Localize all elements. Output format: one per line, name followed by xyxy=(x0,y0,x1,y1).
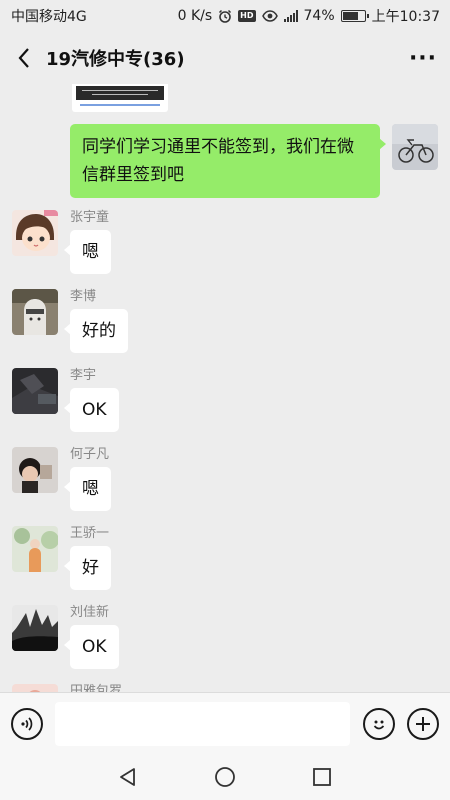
chevron-left-icon xyxy=(18,48,29,68)
nav-back-button[interactable] xyxy=(108,757,148,797)
chat-header: 19汽修中专(36) ··· xyxy=(0,32,450,84)
sender-name: 李宇 xyxy=(70,368,97,383)
more-dots-icon: ··· xyxy=(408,45,438,71)
avatar-zhangyutong[interactable] xyxy=(12,210,58,256)
message-row: 王骄一 好 xyxy=(12,526,111,590)
message-bubble[interactable]: 嗯 xyxy=(64,467,111,511)
sender-name: 刘佳新 xyxy=(70,605,110,620)
status-bar: 中国移动4G 0 K/s HD 74% 上午10:37 xyxy=(0,0,450,32)
sender-name: 李博 xyxy=(70,289,97,304)
message-row: 李宇 OK xyxy=(12,368,119,432)
avatar-partial[interactable] xyxy=(12,684,58,692)
self-message-row: 同学们学习通里不能签到，我们在微信群里签到吧 xyxy=(70,124,438,198)
system-nav-bar xyxy=(0,754,450,800)
carrier-label: 中国移动4G xyxy=(11,9,87,25)
avatar-liyu[interactable] xyxy=(12,368,58,414)
emoji-button[interactable] xyxy=(363,707,395,740)
input-bar xyxy=(0,692,450,754)
triangle-back-icon xyxy=(120,768,136,786)
image-message-thumbnail[interactable] xyxy=(72,84,168,112)
eye-icon xyxy=(261,10,278,22)
battery-percent: 74% xyxy=(303,8,335,24)
plus-icon xyxy=(416,716,430,731)
message-bubble[interactable]: 好 xyxy=(64,546,111,590)
back-button[interactable] xyxy=(12,43,36,73)
message-bubble[interactable]: OK xyxy=(64,625,119,669)
message-row: 刘佳新 OK xyxy=(12,605,119,669)
avatar-libo[interactable] xyxy=(12,289,58,335)
self-message-bubble[interactable]: 同学们学习通里不能签到，我们在微信群里签到吧 xyxy=(70,124,386,198)
sender-name: 张宇童 xyxy=(70,210,110,225)
net-speed: 0 K/s xyxy=(177,8,213,24)
message-row: 李博 好的 xyxy=(12,289,128,353)
sender-name: 王骄一 xyxy=(70,526,110,541)
status-icons: 0 K/s HD 74% 上午10:37 xyxy=(178,6,440,26)
self-avatar[interactable] xyxy=(392,124,438,170)
message-bubble[interactable]: 嗯 xyxy=(64,230,111,274)
message-row: 张宇童 嗯 xyxy=(12,210,111,274)
more-functions-button[interactable] xyxy=(407,707,439,740)
battery-fill xyxy=(342,12,359,20)
voice-toggle-button[interactable] xyxy=(11,707,43,740)
message-bubble[interactable]: 好的 xyxy=(64,309,128,353)
message-bubble[interactable]: OK xyxy=(64,388,119,432)
signal-icon xyxy=(283,10,298,22)
more-options-button[interactable]: ··· xyxy=(408,43,438,73)
message-input[interactable] xyxy=(55,701,350,746)
chat-title: 19汽修中专(36) xyxy=(46,49,185,70)
message-row: 何子凡 嗯 xyxy=(12,447,111,511)
avatar-hezifan[interactable] xyxy=(12,447,58,493)
voice-icon xyxy=(21,716,33,731)
alarm-clock-icon xyxy=(218,9,232,23)
smiley-icon xyxy=(373,720,385,729)
avatar-liujiaxin[interactable] xyxy=(12,605,58,651)
avatar-wangjiaoyi[interactable] xyxy=(12,526,58,572)
sender-name: 田雅包罗 xyxy=(70,684,123,692)
square-recents-icon xyxy=(312,768,331,786)
message-row-partial: 田雅包罗 xyxy=(12,684,122,692)
sender-name: 何子凡 xyxy=(70,447,110,462)
circle-home-icon xyxy=(215,767,235,787)
chat-area[interactable]: 同学们学习通里不能签到，我们在微信群里签到吧 张宇童 嗯 李博 好的 李宇 OK xyxy=(0,84,450,692)
clock-time: 上午10:37 xyxy=(371,9,440,25)
hd-icon: HD xyxy=(238,10,256,22)
nav-recents-button[interactable] xyxy=(302,757,342,797)
nav-home-button[interactable] xyxy=(205,757,245,797)
battery-icon xyxy=(340,10,369,22)
